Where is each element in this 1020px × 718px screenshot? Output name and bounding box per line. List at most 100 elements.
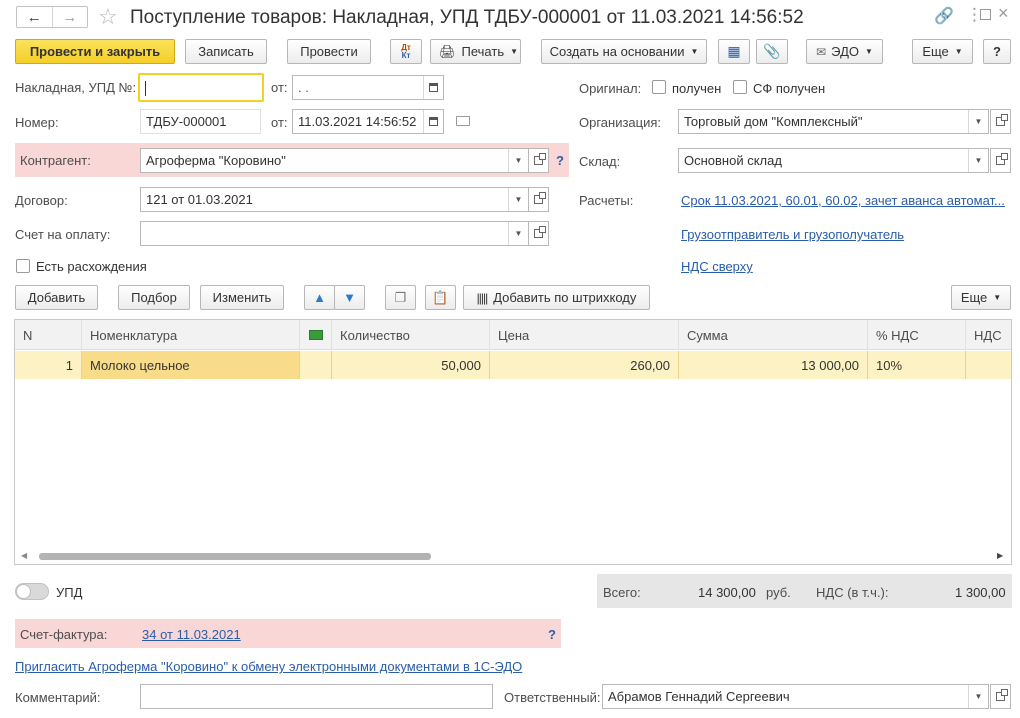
column-header-nomenclature[interactable]: Номенклатура xyxy=(82,320,300,350)
move-up-button[interactable]: ▲ xyxy=(304,285,335,310)
move-down-button[interactable]: ▼ xyxy=(334,285,365,310)
arrow-up-icon: ▲ xyxy=(313,290,326,305)
post-and-close-button[interactable]: Провести и закрыть xyxy=(15,39,175,64)
dt-kt-button[interactable]: Дт Кт xyxy=(390,39,422,64)
counterparty-help[interactable]: ? xyxy=(556,153,564,168)
help-button[interactable]: ? xyxy=(983,39,1011,64)
cell-price[interactable]: 260,00 xyxy=(490,351,679,379)
pick-button[interactable]: Подбор xyxy=(118,285,190,310)
print-button[interactable]: 🖨 Печать ▼ xyxy=(430,39,521,64)
chevron-down-icon[interactable]: ▼ xyxy=(968,110,988,133)
responsible-open-button[interactable] xyxy=(990,684,1011,709)
warehouse-open-button[interactable] xyxy=(990,148,1011,173)
settlements-link[interactable]: Срок 11.03.2021, 60.01, 60.02, зачет ава… xyxy=(681,193,1005,208)
responsible-value: Абрамов Геннадий Сергеевич xyxy=(608,689,790,704)
save-button[interactable]: Записать xyxy=(185,39,267,64)
chevron-down-icon: ▼ xyxy=(993,293,1002,302)
cell-nomenclature[interactable]: Молоко цельное xyxy=(82,351,300,379)
horizontal-scrollbar[interactable]: ◀ ▶ xyxy=(15,549,1011,564)
paperclip-icon: 📎 xyxy=(763,43,781,59)
shipper-consignee-link[interactable]: Грузоотправитель и грузополучатель xyxy=(681,227,904,242)
post-button[interactable]: Провести xyxy=(287,39,371,64)
printer-icon: 🖨 xyxy=(439,43,456,59)
scroll-left-icon[interactable]: ◀ xyxy=(21,551,27,560)
invite-edo-link[interactable]: Пригласить Агроферма "Коровино" к обмену… xyxy=(15,659,522,674)
chevron-down-icon: ▼ xyxy=(510,47,519,56)
close-icon[interactable]: × xyxy=(998,3,1009,24)
invoice-help[interactable]: ? xyxy=(548,627,556,642)
vat-on-top-link[interactable]: НДС сверху xyxy=(681,259,753,274)
invoice-number-input[interactable] xyxy=(138,73,264,102)
add-row-button[interactable]: Добавить xyxy=(15,285,98,310)
column-header-mark[interactable] xyxy=(300,320,332,350)
chevron-down-icon[interactable]: ▼ xyxy=(508,149,528,172)
structure-button[interactable]: ▦ xyxy=(718,39,750,64)
contract-open-button[interactable] xyxy=(528,187,549,212)
received-checkbox[interactable] xyxy=(652,80,666,94)
scrollbar-thumb[interactable] xyxy=(39,553,431,560)
chevron-down-icon[interactable]: ▼ xyxy=(508,222,528,245)
organization-value: Торговый дом "Комплексный" xyxy=(684,114,863,129)
cell-mark[interactable] xyxy=(300,351,332,379)
upd-toggle[interactable] xyxy=(15,583,49,600)
invoice-number-label: Накладная, УПД №: xyxy=(15,80,137,95)
invoice-link[interactable]: 34 от 11.03.2021 xyxy=(142,627,241,642)
chevron-down-icon[interactable]: ▼ xyxy=(508,188,528,211)
more-button[interactable]: Еще ▼ xyxy=(912,39,973,64)
organization-input[interactable]: Торговый дом "Комплексный" ▼ xyxy=(678,109,989,134)
maximize-icon[interactable] xyxy=(980,9,991,20)
contract-input[interactable]: 121 от 01.03.2021 ▼ xyxy=(140,187,529,212)
settlements-label: Расчеты: xyxy=(579,193,634,208)
payment-invoice-input[interactable]: ▼ xyxy=(140,221,529,246)
document-history-icon[interactable] xyxy=(456,116,470,126)
banknote-icon xyxy=(308,330,323,340)
counterparty-input[interactable]: Агроферма "Коровино" ▼ xyxy=(140,148,529,173)
calendar-icon[interactable] xyxy=(423,76,443,99)
discrepancies-label: Есть расхождения xyxy=(36,259,147,274)
discrepancies-checkbox[interactable] xyxy=(16,259,30,273)
column-header-n[interactable]: N xyxy=(15,320,82,350)
attach-button[interactable]: 📎 xyxy=(756,39,788,64)
paste-button[interactable]: 📋 xyxy=(425,285,456,310)
column-header-vat-rate[interactable]: % НДС xyxy=(868,320,966,350)
star-icon[interactable]: ☆ xyxy=(98,4,118,30)
chevron-down-icon[interactable]: ▼ xyxy=(968,149,988,172)
invoice-date-value: . . xyxy=(298,80,309,95)
copy-row-button[interactable]: ❐ xyxy=(385,285,416,310)
add-by-barcode-button[interactable]: ||||| Добавить по штрихкоду xyxy=(463,285,650,310)
number-input[interactable]: ТДБУ-000001 xyxy=(140,109,261,134)
cell-vat-rate[interactable]: 10% xyxy=(868,351,966,379)
column-header-quantity[interactable]: Количество xyxy=(332,320,490,350)
contract-label: Договор: xyxy=(15,193,68,208)
cell-sum[interactable]: 13 000,00 xyxy=(679,351,868,379)
hierarchy-icon: ▦ xyxy=(727,43,741,59)
responsible-input[interactable]: Абрамов Геннадий Сергеевич ▼ xyxy=(602,684,989,709)
edit-row-button[interactable]: Изменить xyxy=(200,285,284,310)
counterparty-open-button[interactable] xyxy=(528,148,549,173)
upd-label: УПД xyxy=(56,585,83,600)
open-icon xyxy=(996,689,1008,701)
scroll-right-icon[interactable]: ▶ xyxy=(997,551,1003,560)
payment-invoice-open-button[interactable] xyxy=(528,221,549,246)
chevron-down-icon[interactable]: ▼ xyxy=(968,685,988,708)
cell-quantity[interactable]: 50,000 xyxy=(332,351,490,379)
comment-input[interactable] xyxy=(140,684,493,709)
table-row[interactable]: 1 Молоко цельное 50,000 260,00 13 000,00… xyxy=(15,351,1011,379)
organization-open-button[interactable] xyxy=(990,109,1011,134)
invoice-date-input[interactable]: . . xyxy=(292,75,444,100)
warehouse-input[interactable]: Основной склад ▼ xyxy=(678,148,989,173)
arrow-right-icon[interactable]: → xyxy=(53,7,88,27)
link-icon[interactable]: 🔗 xyxy=(934,6,954,26)
column-header-price[interactable]: Цена xyxy=(490,320,679,350)
table-more-button[interactable]: Еще ▼ xyxy=(951,285,1011,310)
date-input[interactable]: 11.03.2021 14:56:52 xyxy=(292,109,444,134)
create-based-on-button[interactable]: Создать на основании ▼ xyxy=(541,39,707,64)
calendar-icon[interactable] xyxy=(423,110,443,133)
column-header-sum[interactable]: Сумма xyxy=(679,320,868,350)
column-header-vat[interactable]: НДС xyxy=(966,320,1011,350)
sf-received-checkbox[interactable] xyxy=(733,80,747,94)
arrow-left-icon[interactable]: ← xyxy=(17,7,53,27)
cell-vat[interactable] xyxy=(966,351,1011,379)
cell-n[interactable]: 1 xyxy=(15,351,82,379)
edo-button[interactable]: ✉ ЭДО ▼ xyxy=(806,39,883,64)
